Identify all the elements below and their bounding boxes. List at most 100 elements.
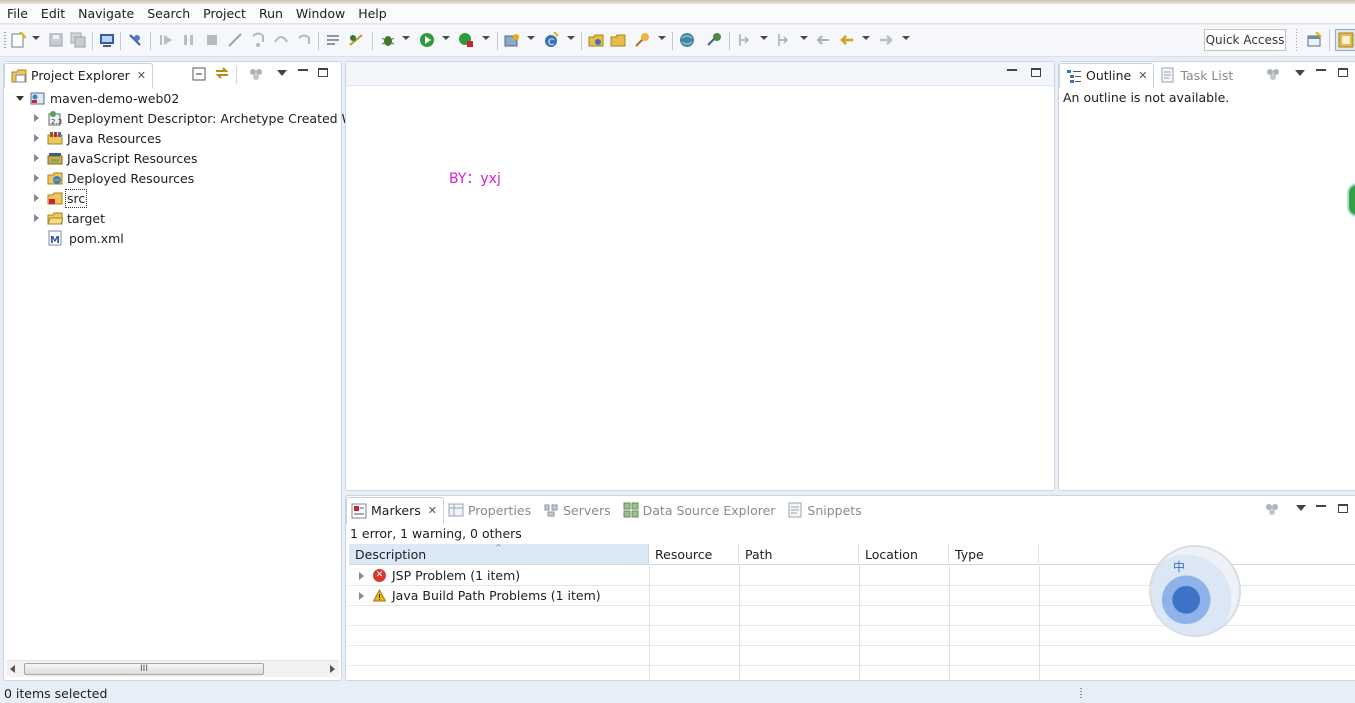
tab-task-list[interactable]: Task List bbox=[1154, 67, 1239, 83]
java-ee-perspective-button[interactable] bbox=[1335, 29, 1355, 51]
skip-all-icon[interactable] bbox=[348, 32, 364, 48]
tab-snippets[interactable]: Snippets bbox=[781, 502, 867, 518]
column-header-location[interactable]: Location bbox=[859, 544, 949, 565]
menu-run[interactable]: Run bbox=[259, 6, 283, 21]
debug-dropdown-icon[interactable] bbox=[402, 36, 410, 40]
focus-icon[interactable] bbox=[1265, 67, 1281, 84]
annotation-icon[interactable] bbox=[706, 32, 722, 48]
menu-window[interactable]: Window bbox=[296, 6, 345, 21]
focus-icon[interactable] bbox=[248, 67, 264, 84]
open-type-icon[interactable] bbox=[588, 32, 604, 48]
last-edit-location-icon[interactable] bbox=[815, 32, 831, 48]
focus-icon[interactable] bbox=[1264, 502, 1280, 519]
next-annotation-dropdown-icon[interactable] bbox=[760, 36, 768, 40]
menu-help[interactable]: Help bbox=[358, 6, 387, 21]
tree-item-deployment-descriptor[interactable]: 2.3 Deployment Descriptor: Archetype Cre… bbox=[34, 108, 361, 128]
step-over-icon[interactable] bbox=[273, 32, 289, 48]
class-dropdown-icon[interactable] bbox=[567, 36, 575, 40]
view-menu-icon[interactable] bbox=[1295, 70, 1305, 76]
skip-breakpoints-icon[interactable] bbox=[127, 32, 143, 48]
view-menu-icon[interactable] bbox=[1296, 505, 1306, 511]
step-return-icon[interactable] bbox=[296, 32, 312, 48]
save-icon[interactable] bbox=[48, 32, 64, 48]
tab-project-explorer[interactable]: Project Explorer ✕ bbox=[4, 62, 154, 88]
forward-dropdown-icon[interactable] bbox=[902, 36, 910, 40]
save-all-icon[interactable] bbox=[70, 32, 86, 48]
expand-right-icon[interactable] bbox=[34, 134, 39, 142]
expand-right-icon[interactable] bbox=[34, 154, 39, 162]
expand-down-icon[interactable] bbox=[16, 95, 24, 101]
column-header-resource[interactable]: Resource bbox=[649, 544, 739, 565]
close-icon[interactable]: ✕ bbox=[137, 69, 146, 82]
minimize-icon[interactable] bbox=[298, 69, 308, 71]
maximize-icon[interactable] bbox=[1031, 68, 1041, 77]
next-annotation-icon[interactable] bbox=[737, 32, 753, 48]
open-task-icon[interactable] bbox=[610, 32, 626, 48]
minimize-icon[interactable] bbox=[1007, 69, 1017, 71]
tree-item-javascript-resources[interactable]: JavaScript Resources bbox=[34, 148, 197, 168]
close-icon[interactable]: ✕ bbox=[428, 504, 437, 517]
collapse-all-icon[interactable] bbox=[192, 67, 206, 84]
tab-properties[interactable]: Properties bbox=[444, 502, 537, 518]
use-step-filters-icon[interactable] bbox=[325, 32, 341, 48]
scroll-thumb[interactable]: III bbox=[24, 663, 264, 675]
expand-right-icon[interactable] bbox=[34, 194, 39, 202]
open-perspective-icon[interactable] bbox=[1306, 31, 1322, 48]
step-into-icon[interactable] bbox=[250, 32, 266, 48]
run-dropdown-icon[interactable] bbox=[442, 36, 450, 40]
disconnect-icon[interactable] bbox=[227, 32, 243, 48]
new-file-icon[interactable] bbox=[10, 31, 27, 48]
expand-right-icon[interactable] bbox=[34, 214, 39, 222]
horizontal-scrollbar[interactable]: III bbox=[6, 660, 339, 677]
expand-right-icon[interactable] bbox=[34, 174, 39, 182]
floating-side-widget[interactable] bbox=[1347, 183, 1355, 217]
close-icon[interactable]: ✕ bbox=[1138, 69, 1147, 82]
menu-edit[interactable]: Edit bbox=[41, 6, 65, 21]
minimize-icon[interactable] bbox=[1316, 505, 1326, 507]
column-header-path[interactable]: Path bbox=[739, 544, 859, 565]
scroll-left-icon[interactable] bbox=[10, 665, 15, 673]
maximize-icon[interactable] bbox=[318, 68, 328, 77]
tab-data-source-explorer[interactable]: Data Source Explorer bbox=[617, 502, 782, 518]
expand-right-icon[interactable] bbox=[34, 114, 39, 122]
external-tools-icon[interactable] bbox=[458, 32, 474, 48]
link-with-editor-icon[interactable] bbox=[214, 65, 230, 84]
new-dropdown-icon[interactable] bbox=[32, 36, 40, 40]
perspective-grip[interactable] bbox=[1296, 29, 1297, 51]
tab-markers[interactable]: Markers ✕ bbox=[346, 496, 444, 524]
tree-item-deployed-resources[interactable]: Deployed Resources bbox=[34, 168, 194, 188]
tab-servers[interactable]: Servers bbox=[537, 502, 617, 518]
new-server-icon[interactable] bbox=[504, 32, 520, 48]
terminate-icon[interactable] bbox=[204, 32, 220, 48]
run-icon[interactable] bbox=[419, 32, 435, 48]
tree-item-java-resources[interactable]: Java Resources bbox=[34, 128, 161, 148]
menu-navigate[interactable]: Navigate bbox=[78, 6, 134, 21]
search-dropdown-icon[interactable] bbox=[658, 36, 666, 40]
back-dropdown-icon[interactable] bbox=[862, 36, 870, 40]
menu-file[interactable]: File bbox=[7, 6, 28, 21]
new-java-class-icon[interactable]: C bbox=[543, 31, 559, 48]
minimize-icon[interactable] bbox=[1316, 69, 1326, 71]
console-icon[interactable] bbox=[99, 32, 115, 48]
external-tools-dropdown-icon[interactable] bbox=[482, 36, 490, 40]
column-header-description[interactable]: Description ^ bbox=[349, 544, 649, 565]
tree-item-src[interactable]: src bbox=[34, 188, 88, 208]
search-pin-icon[interactable] bbox=[634, 32, 650, 48]
tree-item-target[interactable]: target bbox=[34, 208, 105, 228]
forward-icon[interactable] bbox=[878, 32, 894, 48]
expand-right-icon[interactable] bbox=[359, 592, 364, 600]
web-browser-icon[interactable] bbox=[679, 32, 695, 48]
menu-search[interactable]: Search bbox=[147, 6, 190, 21]
toolbar-grip[interactable] bbox=[4, 32, 6, 48]
resume-icon[interactable] bbox=[158, 32, 174, 48]
maximize-icon[interactable] bbox=[1338, 68, 1348, 77]
tab-outline[interactable]: Outline ✕ bbox=[1059, 62, 1155, 88]
column-header-type[interactable]: Type bbox=[949, 544, 1039, 565]
previous-annotation-dropdown-icon[interactable] bbox=[800, 36, 808, 40]
previous-annotation-icon[interactable] bbox=[776, 32, 792, 48]
view-menu-icon[interactable] bbox=[277, 70, 287, 76]
maximize-icon[interactable] bbox=[1338, 504, 1348, 513]
tree-item-pom[interactable]: M pom.xml bbox=[47, 228, 124, 248]
quick-access-input[interactable]: Quick Access bbox=[1204, 29, 1286, 51]
ime-floating-badge[interactable]: 中 bbox=[1149, 545, 1241, 637]
